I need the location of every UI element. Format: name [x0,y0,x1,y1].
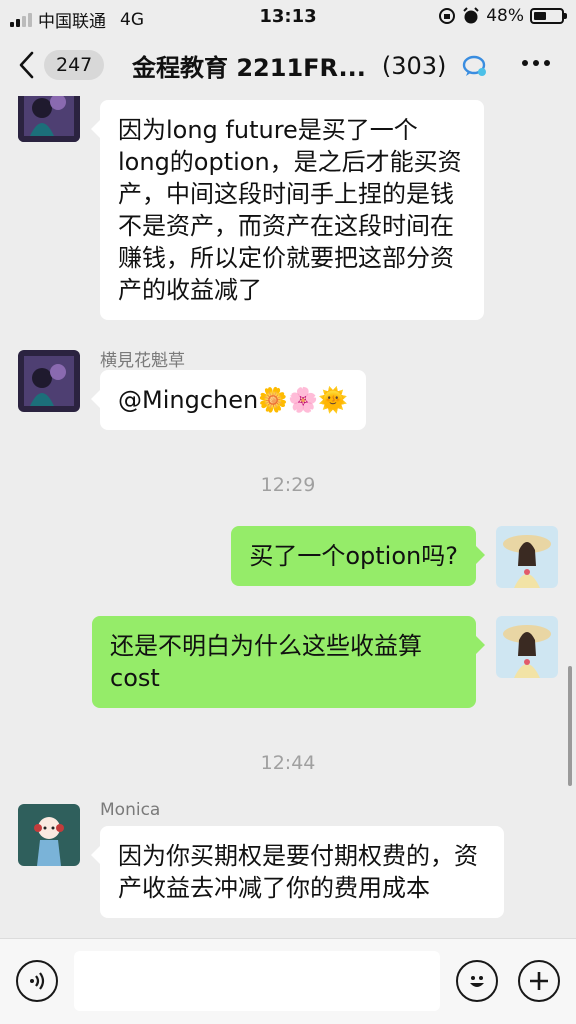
unread-count-badge: 247 [44,50,105,80]
battery-icon [530,8,567,24]
emoji-icon [470,976,484,987]
message-text: 买了一个option吗? [249,542,458,570]
plus-button[interactable] [518,960,560,1002]
more-button[interactable] [522,60,550,66]
chat-title[interactable]: 金程教育 2211FR... (303) [132,48,488,83]
avatar[interactable] [496,526,558,588]
message-input[interactable] [74,951,440,1011]
message-text: 还是不明白为什么这些收益算cost [110,632,422,692]
avatar[interactable] [18,804,80,866]
avatar[interactable] [18,350,80,412]
message-text: @Mingchen🌼🌸🌞 [118,386,348,414]
status-bar: 中国联通 4G 13:13 48% [0,0,576,34]
message-bubble[interactable]: 因为你买期权是要付期权费的，资产收益去冲减了你的费用成本 [91,826,504,918]
message-bubble[interactable]: @Mingchen🌼🌸🌞 [91,370,366,430]
alarm-icon [463,7,479,24]
avatar[interactable] [496,616,558,678]
orientation-lock-icon [439,8,456,24]
timestamp: 12:29 [260,474,316,496]
chevron-left-icon [19,51,34,79]
message-text: 因为long future是买了一个long的option，是之后才能买资产，中… [118,116,462,304]
input-bar [0,938,576,1024]
voice-icon [30,972,45,990]
sender-name: 横見花魁草 [100,351,185,371]
member-count: (303) [381,51,447,80]
emoji-button[interactable] [456,960,498,1002]
chat-title-text: 金程教育 2211FR... [132,54,366,82]
battery-percent: 48% [486,6,524,26]
back-button[interactable]: 247 [18,46,118,84]
message-bubble[interactable]: 还是不明白为什么这些收益算cost [92,616,485,708]
group-chat-icon [463,55,487,76]
chat-header: 247 金程教育 2211FR... (303) [0,34,576,96]
chat-messages[interactable]: 因为long future是买了一个long的option，是之后才能买资产，中… [0,96,576,938]
voice-button[interactable] [16,960,58,1002]
scrollbar[interactable] [568,666,572,786]
message-bubble[interactable]: 因为long future是买了一个long的option，是之后才能买资产，中… [91,100,484,320]
avatar[interactable] [18,96,80,142]
message-text: 因为你买期权是要付期权费的，资产收益去冲减了你的费用成本 [118,842,478,902]
sender-name: Monica [100,800,161,820]
timestamp: 12:44 [260,752,316,774]
message-bubble[interactable]: 买了一个option吗? [231,526,485,586]
plus-icon [530,972,548,990]
